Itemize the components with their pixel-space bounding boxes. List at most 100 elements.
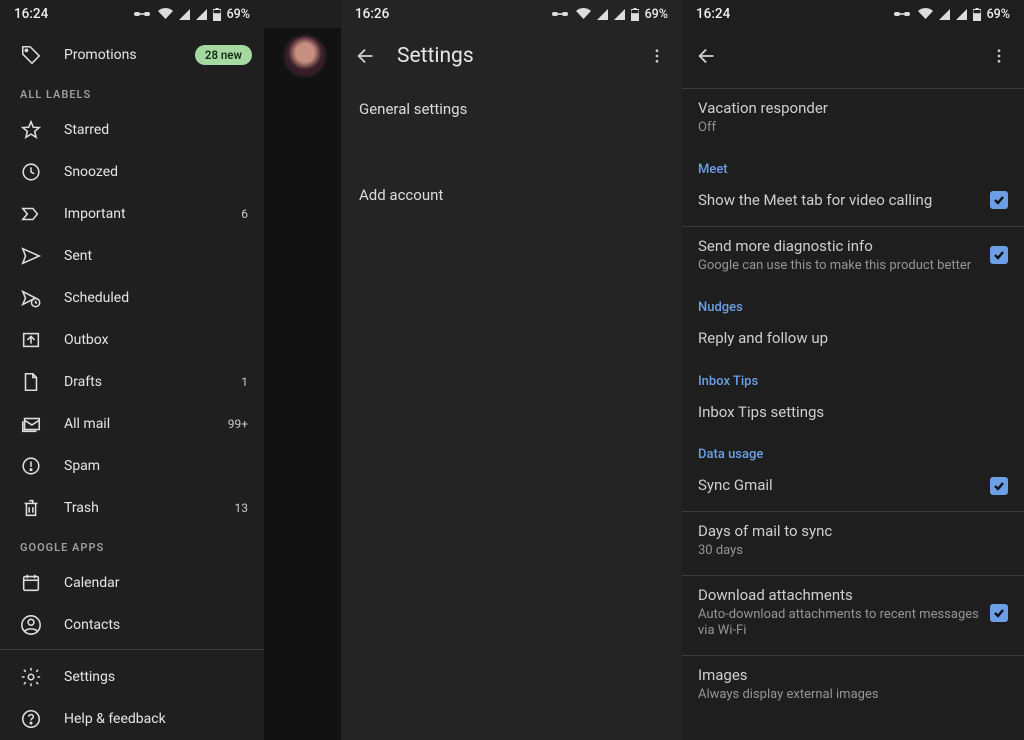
drawer-item-settings[interactable]: Settings [0,656,264,698]
account-avatar[interactable] [285,36,325,76]
back-button[interactable] [692,41,722,71]
stack-mail-icon [20,413,42,435]
battery-icon [213,8,221,21]
drawer-label: Sent [64,248,226,264]
settings-item-add-account[interactable]: Add account [341,170,682,220]
setting-meet-tab[interactable]: Show the Meet tab for video calling [682,181,1024,222]
drawer-label: Drafts [64,374,219,390]
drawer-label: Help & feedback [64,711,252,727]
setting-title: Images [698,666,998,685]
labels-header: ALL LABELS [0,76,264,109]
setting-title: Show the Meet tab for video calling [698,191,980,210]
drawer-count: 13 [235,501,253,515]
drawer-label: Settings [64,669,252,685]
status-time: 16:24 [14,6,48,22]
status-bar: 16:24 69% [682,0,1024,28]
drawer-label: Starred [64,122,226,138]
drawer-item-outbox[interactable]: Outbox [0,319,264,361]
drawer-item-important[interactable]: Important 6 [0,193,264,235]
trash-icon [20,497,42,519]
drawer-item-trash[interactable]: Trash 13 [0,487,264,529]
drawer-label: Important [64,206,219,222]
drawer-count: 99+ [228,417,252,431]
setting-subtitle: 30 days [698,543,998,559]
checkbox-meet[interactable] [990,191,1008,209]
drawer-item-scheduled[interactable]: Scheduled [0,277,264,319]
status-time: 16:24 [696,6,730,22]
clock-icon [20,161,42,183]
status-bar: 16:24 69% [0,0,264,28]
back-button[interactable] [351,41,381,71]
setting-subtitle: Off [698,120,998,136]
drawer-item-calendar[interactable]: Calendar [0,562,264,604]
drawer-label: All mail [64,416,206,432]
setting-nudges[interactable]: Reply and follow up [682,319,1024,360]
setting-download-attachments[interactable]: Download attachments Auto-download attac… [682,576,1024,651]
wifi-icon [918,8,933,20]
signal-icon [956,9,967,20]
settings-item-general[interactable]: General settings [341,84,682,134]
send-icon [20,245,42,267]
signal-icon [597,9,608,20]
drawer-label: Scheduled [64,290,226,306]
drawer-item-help[interactable]: Help & feedback [0,698,264,740]
drawer-item-snoozed[interactable]: Snoozed [0,151,264,193]
drawer-item-contacts[interactable]: Contacts [0,604,264,646]
setting-title: Inbox Tips settings [698,403,998,422]
important-icon [20,203,42,225]
setting-days-sync[interactable]: Days of mail to sync 30 days [682,512,1024,571]
setting-subtitle: Google can use this to make this product… [698,258,980,274]
drawer-item-starred[interactable]: Starred [0,109,264,151]
setting-title: Send more diagnostic info [698,237,980,256]
checkbox-diagnostic[interactable] [990,246,1008,264]
drawer-label: Outbox [64,332,226,348]
overflow-menu-button[interactable] [642,41,672,71]
setting-title: Sync Gmail [698,476,980,495]
drawer-count: 6 [241,207,252,221]
signal-icon [939,9,950,20]
checkbox-download[interactable] [990,604,1008,622]
setting-title: Days of mail to sync [698,522,998,541]
spam-icon [20,455,42,477]
drawer-label: Promotions [64,47,173,63]
gear-icon [20,666,42,688]
contacts-icon [20,614,42,636]
drawer-item-allmail[interactable]: All mail 99+ [0,403,264,445]
signal-icon [179,9,190,20]
setting-diagnostic[interactable]: Send more diagnostic info Google can use… [682,227,1024,286]
help-icon [20,708,42,730]
section-header-meet: Meet [682,148,1024,181]
vpn-icon [552,9,570,19]
signal-icon [614,9,625,20]
vpn-icon [134,9,152,19]
setting-subtitle: Auto-download attachments to recent mess… [698,607,980,640]
setting-vacation-responder[interactable]: Vacation responder Off [682,89,1024,148]
setting-title: Vacation responder [698,99,998,118]
drawer-label: Trash [64,500,213,516]
star-icon [20,119,42,141]
drawer-label: Calendar [64,575,252,591]
battery-pct: 69% [645,7,668,22]
vpn-icon [894,9,912,19]
drawer-item-drafts[interactable]: Drafts 1 [0,361,264,403]
overflow-menu-button[interactable] [984,41,1014,71]
checkbox-sync[interactable] [990,477,1008,495]
setting-inbox-tips[interactable]: Inbox Tips settings [682,393,1024,434]
battery-pct: 69% [987,7,1010,22]
battery-icon [631,8,639,21]
file-icon [20,371,42,393]
google-apps-header: GOOGLE APPS [0,529,264,562]
section-header-nudges: Nudges [682,286,1024,319]
drawer-count: 1 [241,375,252,389]
wifi-icon [576,8,591,20]
drawer-item-promotions[interactable]: Promotions 28 new [0,34,264,76]
drawer-item-spam[interactable]: Spam [0,445,264,487]
setting-sync-gmail[interactable]: Sync Gmail [682,466,1024,507]
drawer-item-sent[interactable]: Sent [0,235,264,277]
status-time: 16:26 [355,6,389,22]
section-header-data-usage: Data usage [682,433,1024,466]
setting-subtitle: Always display external images [698,687,998,703]
tag-icon [20,44,42,66]
calendar-icon [20,572,42,594]
setting-images[interactable]: Images Always display external images [682,656,1024,715]
